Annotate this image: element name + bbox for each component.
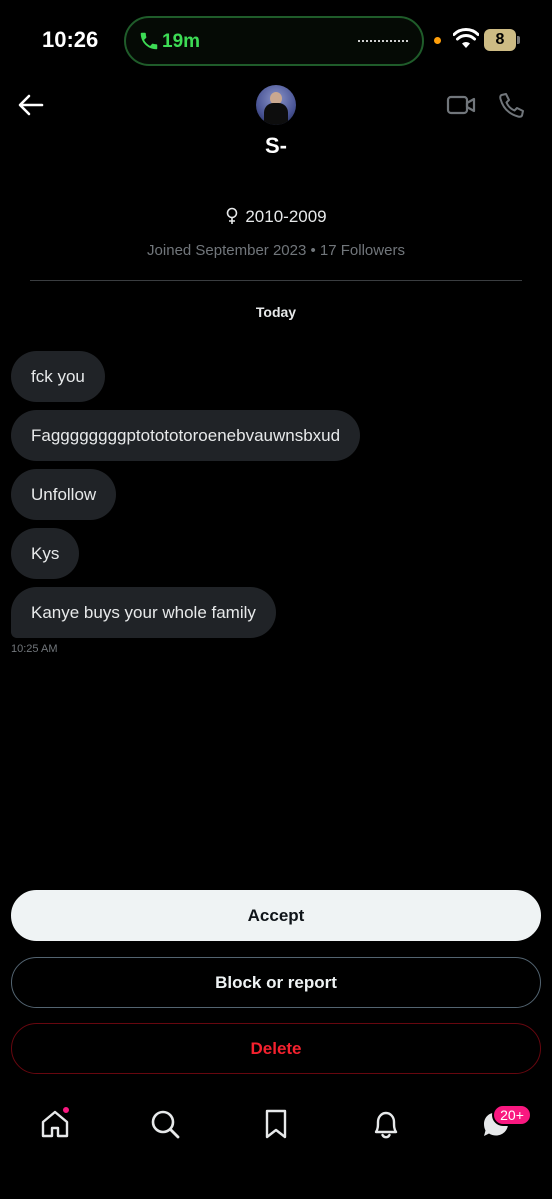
joined-followers-text: Joined September 2023 • 17 Followers	[147, 242, 405, 259]
message-bubble[interactable]: Unfollow	[11, 469, 117, 520]
phone-icon[interactable]	[498, 91, 526, 119]
birth-years: 2010-2009	[245, 207, 327, 226]
birth-year-row: 2010-2009	[0, 207, 552, 227]
block-or-report-button[interactable]: Block or report	[11, 957, 541, 1008]
message-bubble[interactable]: fck you	[11, 351, 105, 402]
audio-waveform-icon	[358, 40, 408, 44]
message-bubble[interactable]: Faggggggggptotototoroenebvauwnsbxud	[11, 410, 361, 461]
accept-button[interactable]: Accept	[11, 890, 541, 941]
wifi-icon	[453, 28, 479, 48]
battery-icon: 8	[484, 29, 520, 51]
message-timestamp: 10:25 AM	[11, 643, 58, 655]
status-time: 10:26	[42, 27, 99, 52]
message-bubble[interactable]: Kanye buys your whole family	[11, 587, 276, 638]
video-camera-icon[interactable]	[446, 92, 476, 118]
delete-button[interactable]: Delete	[11, 1023, 541, 1074]
status-bar: 10:26 19m 8	[0, 0, 552, 80]
mic-indicator-dot	[434, 37, 441, 44]
search-icon[interactable]	[149, 1108, 181, 1140]
battery-level: 8	[495, 31, 505, 48]
phone-call-icon	[140, 32, 158, 50]
active-call-pill[interactable]: 19m	[124, 16, 424, 66]
bookmark-icon[interactable]	[260, 1108, 292, 1140]
bottom-nav	[0, 1090, 552, 1199]
home-notification-dot	[62, 1106, 70, 1114]
avatar[interactable]	[256, 85, 296, 125]
call-duration: 19m	[162, 31, 201, 52]
back-arrow-icon[interactable]	[16, 90, 46, 120]
day-separator: Today	[255, 304, 297, 320]
message-bubble[interactable]: Kys	[11, 528, 80, 579]
divider	[30, 280, 522, 281]
display-name[interactable]: S-	[0, 133, 552, 159]
female-symbol-icon	[227, 207, 238, 224]
bell-icon[interactable]	[370, 1108, 402, 1140]
messages-badge: 20+	[492, 1104, 532, 1126]
